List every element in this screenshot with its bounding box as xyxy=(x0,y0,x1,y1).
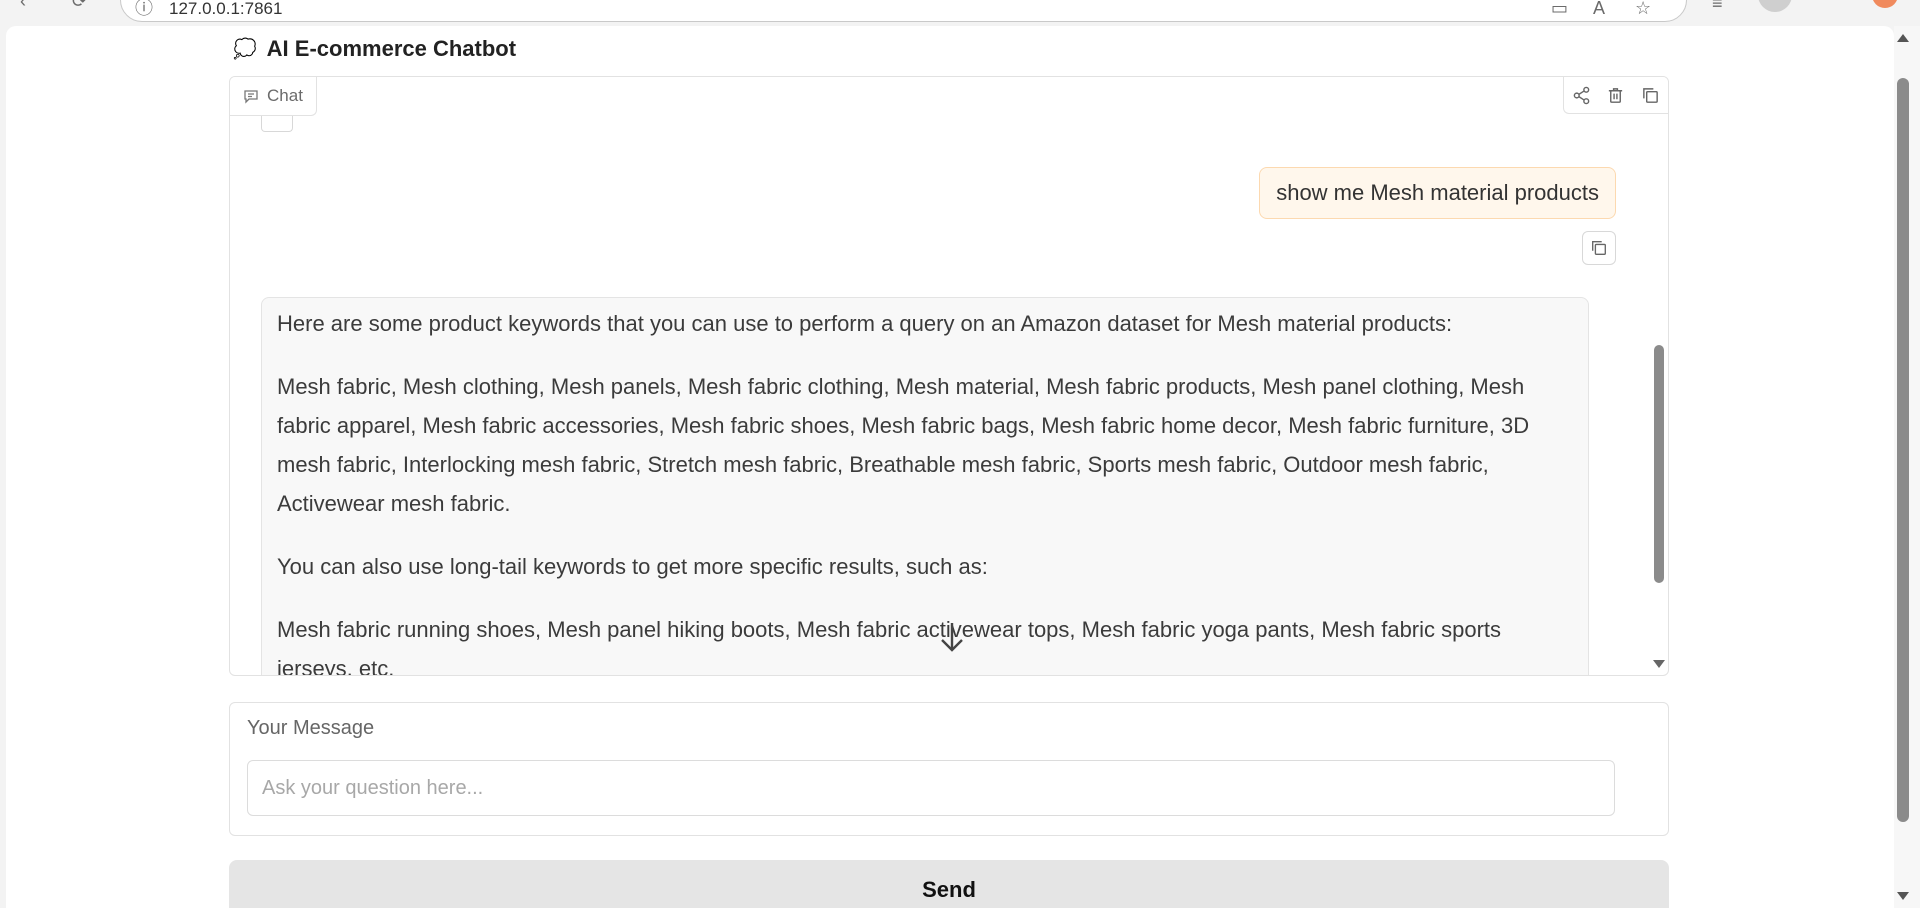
favorites-list-icon[interactable]: ≡ xyxy=(1712,0,1723,12)
arrow-down-icon xyxy=(941,623,963,652)
message-input[interactable] xyxy=(247,760,1615,816)
favorite-star-icon[interactable]: ☆ xyxy=(1635,0,1651,17)
scroll-to-bottom-button[interactable] xyxy=(935,617,969,657)
message-label: Your Message xyxy=(247,717,375,739)
chat-label-text: Chat xyxy=(267,86,303,105)
bot-paragraph: Here are some product keywords that you … xyxy=(277,311,1453,336)
back-icon[interactable]: ‹ xyxy=(20,0,26,10)
message-panel: Your Message xyxy=(229,702,1669,836)
share-icon[interactable] xyxy=(1572,86,1591,105)
browser-toolbar: ‹ ⟳ ⓘ 127.0.0.1:7861 ▭ A ☆ ≡ xyxy=(0,0,1920,26)
chat-scrollbar-thumb[interactable] xyxy=(1654,345,1664,583)
profile-avatar-icon[interactable] xyxy=(1758,0,1792,12)
copy-all-icon[interactable] xyxy=(1641,86,1660,105)
bot-paragraph: Mesh fabric, Mesh clothing, Mesh panels,… xyxy=(277,374,1530,516)
bot-message: Here are some product keywords that you … xyxy=(261,297,1589,676)
bot-paragraph: Mesh fabric running shoes, Mesh panel hi… xyxy=(277,617,1502,676)
split-view-icon[interactable]: ▭ xyxy=(1551,0,1568,17)
bot-paragraph: You can also use long-tail keywords to g… xyxy=(277,554,988,579)
scroll-down-arrow-icon[interactable] xyxy=(1653,660,1665,668)
page-scroll-down-arrow-icon[interactable] xyxy=(1897,892,1909,900)
reload-icon[interactable]: ⟳ xyxy=(72,0,87,10)
copy-message-button[interactable] xyxy=(1582,231,1616,265)
thought-bubble-icon: 💭 xyxy=(233,39,257,60)
copy-icon xyxy=(1592,241,1606,255)
chatbot-panel: Chat show me Mesh material products Here xyxy=(229,76,1669,676)
address-bar[interactable]: ⓘ 127.0.0.1:7861 ▭ A ☆ xyxy=(120,0,1687,22)
page-scrollbar-thumb[interactable] xyxy=(1897,78,1909,822)
url-text: 127.0.0.1:7861 xyxy=(169,0,283,18)
chat-actions xyxy=(1563,77,1668,114)
read-aloud-icon[interactable]: A xyxy=(1593,0,1605,17)
chat-bubble-icon xyxy=(244,90,258,104)
copilot-icon[interactable] xyxy=(1872,0,1898,8)
send-button[interactable]: Send xyxy=(229,860,1669,908)
site-info-icon[interactable]: ⓘ xyxy=(135,0,153,17)
page-scroll-up-arrow-icon[interactable] xyxy=(1897,34,1909,42)
user-message: show me Mesh material products xyxy=(1259,167,1616,219)
page-title: 💭 AI E-commerce Chatbot xyxy=(233,36,516,62)
app-page: 💭 AI E-commerce Chatbot Chat show me Mes xyxy=(6,26,1894,908)
page-title-text: AI E-commerce Chatbot xyxy=(266,36,517,61)
trash-icon[interactable] xyxy=(1606,86,1625,105)
chat-label: Chat xyxy=(230,77,317,116)
